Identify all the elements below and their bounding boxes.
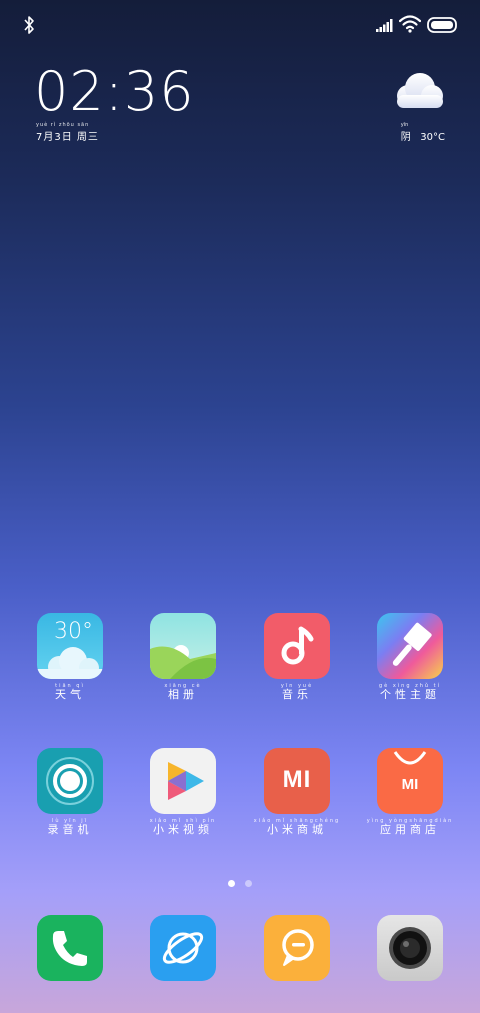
app-recorder[interactable]: lù yīn jī 录音机 bbox=[25, 748, 115, 836]
app-label: yìng yòngshāngdiàn 应用商店 bbox=[365, 818, 455, 836]
date-text: 7月3日 周三 bbox=[36, 132, 99, 143]
app-label: xiǎo mǐ shì pín 小米视频 bbox=[138, 818, 228, 836]
app-music[interactable]: yīn yuè 音乐 bbox=[252, 613, 342, 701]
mi-store-app-icon: MI bbox=[264, 748, 330, 814]
app-store-app-icon: MI bbox=[377, 748, 443, 814]
page-indicator bbox=[0, 872, 480, 891]
weather-pinyin: yīn bbox=[400, 122, 409, 128]
signal-icon bbox=[376, 19, 393, 32]
app-label: tiān qì 天气 bbox=[25, 683, 115, 701]
app-name: 应用商店 bbox=[380, 823, 440, 836]
video-app-icon bbox=[150, 748, 216, 814]
weather-app-icon: 30° bbox=[37, 613, 103, 679]
phone-icon[interactable] bbox=[37, 915, 103, 981]
status-bar bbox=[0, 0, 480, 50]
app-name: 个性主题 bbox=[380, 688, 440, 701]
camera-icon[interactable] bbox=[377, 915, 443, 981]
page-dot-2[interactable] bbox=[245, 880, 252, 887]
app-name: 小米商城 bbox=[267, 823, 327, 836]
app-video[interactable]: xiǎo mǐ shì pín 小米视频 bbox=[138, 748, 228, 836]
recorder-app-icon bbox=[37, 748, 103, 814]
cloud-icon[interactable] bbox=[386, 68, 446, 112]
mi-logo: MI bbox=[401, 776, 419, 793]
app-themes[interactable]: gè xìng zhǔ tí 个性主题 bbox=[365, 613, 455, 701]
app-pinyin: xiāng cè bbox=[164, 683, 202, 689]
weather-temperature: 30°C bbox=[420, 132, 445, 143]
app-pinyin: lù yīn jī bbox=[51, 818, 89, 824]
app-name: 天气 bbox=[55, 688, 85, 701]
date-pinyin: yuè rì zhōu sān bbox=[36, 122, 90, 128]
app-label: yīn yuè 音乐 bbox=[252, 683, 342, 701]
music-app-icon bbox=[264, 613, 330, 679]
app-gallery[interactable]: xiāng cè 相册 bbox=[138, 613, 228, 701]
clock[interactable]: 02:36 bbox=[34, 60, 195, 124]
app-mi-store[interactable]: MI xiǎo mǐ shāngchéng 小米商城 bbox=[252, 748, 342, 836]
themes-app-icon bbox=[377, 613, 443, 679]
messages-icon[interactable] bbox=[264, 915, 330, 981]
app-name: 相册 bbox=[168, 688, 198, 701]
weather-condition: 阴 bbox=[400, 132, 411, 143]
app-name: 小米视频 bbox=[153, 823, 213, 836]
app-pinyin: yìng yòngshāngdiàn bbox=[366, 818, 454, 824]
wifi-icon bbox=[399, 15, 421, 33]
app-label: lù yīn jī 录音机 bbox=[25, 818, 115, 836]
app-pinyin: yīn yuè bbox=[280, 683, 314, 689]
app-name: 音乐 bbox=[282, 688, 312, 701]
app-label: xiāng cè 相册 bbox=[138, 683, 228, 701]
app-label: gè xìng zhǔ tí 个性主题 bbox=[365, 683, 455, 701]
weather-info[interactable]: yīn 阴 30°C bbox=[401, 122, 445, 143]
app-pinyin: xiǎo mǐ shāngchéng bbox=[253, 818, 341, 824]
browser-icon[interactable] bbox=[150, 915, 216, 981]
app-app-store[interactable]: MI yìng yòngshāngdiàn 应用商店 bbox=[365, 748, 455, 836]
bluetooth-icon bbox=[24, 16, 34, 34]
app-pinyin: xiǎo mǐ shì pín bbox=[149, 818, 217, 824]
page-dot-1[interactable] bbox=[228, 880, 235, 887]
mi-logo: MI bbox=[282, 766, 312, 793]
app-weather[interactable]: 30° tiān qì 天气 bbox=[25, 613, 115, 701]
app-label: xiǎo mǐ shāngchéng 小米商城 bbox=[252, 818, 342, 836]
gallery-app-icon bbox=[150, 613, 216, 679]
app-name: 录音机 bbox=[47, 823, 93, 836]
date: yuè rì zhōu sān 7月3日 周三 bbox=[36, 122, 99, 143]
app-pinyin: gè xìng zhǔ tí bbox=[378, 683, 442, 689]
battery-icon bbox=[427, 17, 457, 33]
app-pinyin: tiān qì bbox=[55, 683, 85, 689]
